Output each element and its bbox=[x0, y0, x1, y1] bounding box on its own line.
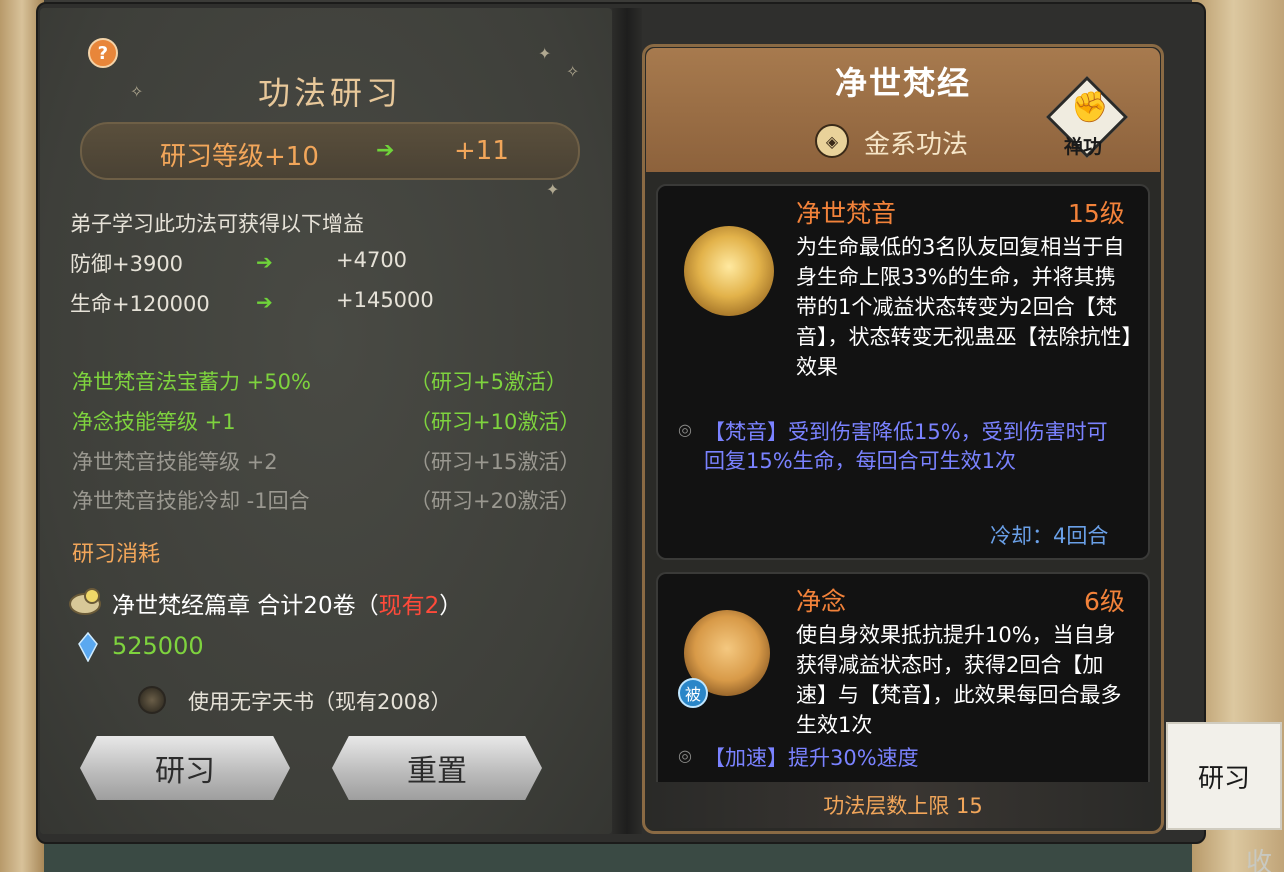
scroll-chapter-icon bbox=[69, 588, 101, 615]
bonus-item: 净世梵音法宝蓄力 +50% bbox=[72, 370, 311, 394]
metal-element-icon: ◈ bbox=[815, 124, 849, 158]
zen-badge-label: 禅功 bbox=[1064, 136, 1103, 158]
study-button[interactable]: 研习 bbox=[80, 736, 290, 800]
skill-level: 15级 bbox=[1068, 199, 1125, 228]
cost-book-label: 净世梵经篇章 合计20卷（现有2） bbox=[112, 586, 462, 620]
spiral-bullet-icon: ◎ bbox=[678, 420, 692, 439]
cost-silver: 525000 bbox=[112, 632, 204, 660]
arrow-right-icon: ➔ bbox=[256, 290, 273, 314]
use-book-label: 使用无字天书（现有2008） bbox=[188, 690, 452, 714]
skill-cooldown: 冷却：4回合 bbox=[990, 524, 1109, 548]
bonus-item: 净世梵音技能冷却 -1回合 bbox=[72, 489, 310, 513]
help-icon-glyph: ? bbox=[97, 42, 109, 64]
technique-element: 金系功法 bbox=[864, 130, 969, 160]
reset-button[interactable]: 重置 bbox=[332, 736, 542, 800]
book-spine bbox=[612, 8, 642, 834]
skill-name: 净念 bbox=[796, 587, 847, 616]
side-tab-study[interactable]: 研习 bbox=[1166, 722, 1282, 830]
cost-title: 研习消耗 bbox=[72, 542, 161, 567]
level-current: 研习等级+10 bbox=[160, 142, 319, 172]
bonus-requirement: （研习+10激活） bbox=[410, 410, 581, 434]
sparkle-icon: ✦ bbox=[546, 180, 560, 199]
arrow-right-icon: ➔ bbox=[376, 138, 395, 163]
skill-name: 净世梵音 bbox=[796, 199, 897, 228]
lotus-skill-icon bbox=[684, 226, 774, 316]
bonus-requirement: （研习+5激活） bbox=[410, 370, 567, 394]
layer-limit-text: 功法层数上限 15 bbox=[823, 794, 983, 818]
skill-effect: 【加速】提升30%速度 bbox=[704, 746, 919, 770]
bonus-item: 净世梵音技能等级 +2 bbox=[72, 450, 278, 474]
level-next: +11 bbox=[454, 136, 509, 166]
bonus-requirement: （研习+20激活） bbox=[410, 489, 581, 513]
stat-hp-next: +145000 bbox=[336, 288, 434, 312]
sparkle-icon: ✧ bbox=[566, 62, 580, 81]
cost-book-owned: 现有2 bbox=[378, 593, 440, 619]
skill-description: 为生命最低的3名队友回复相当于自身生命上限33%的生命，并将其携带的1个减益状态… bbox=[796, 235, 1132, 379]
stat-hp-current: 生命+120000 bbox=[70, 292, 210, 316]
skill-level: 6级 bbox=[1084, 587, 1125, 616]
collapse-label[interactable]: 收 bbox=[1246, 842, 1272, 872]
bonus-requirement: （研习+15激活） bbox=[410, 450, 581, 474]
skill-description: 使自身效果抵抗提升10%，当自身获得减益状态时，获得2回合【加速】与【梵音】，此… bbox=[796, 623, 1122, 737]
sparkle-icon: ✧ bbox=[130, 82, 144, 101]
skill-effect: 【梵音】受到伤害降低15%，受到伤害时可回复15%生命，每回合可生效1次 bbox=[704, 420, 1108, 473]
stat-defense-next: +4700 bbox=[336, 248, 408, 272]
passive-tag: 被 bbox=[678, 678, 708, 708]
cost-book-close: ） bbox=[439, 593, 463, 619]
crystal-icon bbox=[78, 632, 98, 662]
arrow-right-icon: ➔ bbox=[256, 250, 273, 274]
benefit-description: 弟子学习此功法可获得以下增益 bbox=[70, 212, 364, 236]
fist-icon: ✊ bbox=[1071, 90, 1109, 125]
use-book-checkbox[interactable] bbox=[138, 686, 166, 714]
spiral-bullet-icon: ◎ bbox=[678, 746, 692, 765]
page-title: 功法研习 bbox=[257, 74, 402, 112]
sparkle-icon: ✦ bbox=[538, 44, 552, 63]
bonus-item: 净念技能等级 +1 bbox=[72, 410, 236, 434]
stat-defense-current: 防御+3900 bbox=[70, 252, 184, 276]
cost-book-text: 净世梵经篇章 合计20卷（ bbox=[112, 593, 379, 619]
